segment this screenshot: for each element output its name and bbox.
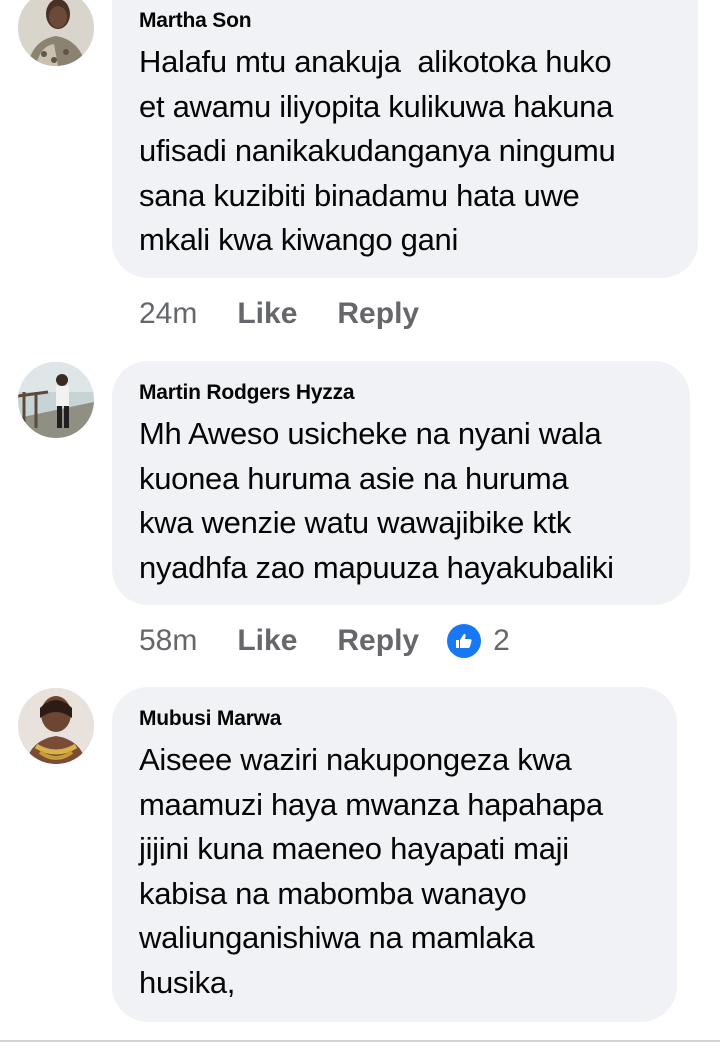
- reply-button[interactable]: Reply: [337, 297, 419, 331]
- comment-text: Halafu mtu anakuja alikotoka huko et awa…: [139, 40, 616, 263]
- reaction-count: 2: [493, 624, 510, 657]
- avatar[interactable]: [18, 362, 94, 438]
- comment-text-line: Aiseee waziri nakupongeza kwa: [139, 742, 572, 777]
- comment-text-line: jijini kuna maeneo hayapati maji: [139, 831, 569, 866]
- comment-text-line: husika,: [139, 964, 236, 1000]
- comment-text-line: Halafu mtu anakuja alikotoka huko: [139, 44, 612, 79]
- comment-author[interactable]: Mubusi Marwa: [139, 707, 281, 731]
- comment-author[interactable]: Martin Rodgers Hyzza: [139, 381, 355, 405]
- comment-text-line: kabisa na mabomba wanayo: [139, 875, 527, 911]
- profile-photo-icon: [18, 688, 94, 764]
- comment-text-line: et awamu iliyopita kulikuwa hakuna: [139, 88, 614, 124]
- comment-text-line: Mh Aweso usicheke na nyani wala: [139, 416, 602, 451]
- comment-timestamp[interactable]: 24m: [139, 297, 197, 331]
- comment-author[interactable]: Martha Son: [139, 9, 252, 33]
- comment-text: Aiseee waziri nakupongeza kwa maamuzi ha…: [139, 738, 603, 1005]
- comment-bubble: Martin Rodgers Hyzza Mh Aweso usicheke n…: [112, 361, 690, 605]
- comment-text-line: waliunganishiwa na mamlaka: [139, 920, 535, 955]
- profile-photo-icon: [18, 0, 94, 66]
- comment-text-line: ufisadi nanikakudanganya ningumu: [139, 133, 616, 168]
- comment-text-line: sana kuzibiti binadamu hata uwe: [139, 177, 580, 213]
- comment-actions: 58m Like Reply 2: [139, 621, 510, 661]
- comment-text-line: mkali kwa kiwango gani: [139, 222, 459, 257]
- comment-text-line: nyadhfa zao mapuuza hayakubaliki: [139, 549, 614, 585]
- avatar[interactable]: [18, 0, 94, 66]
- reply-button[interactable]: Reply: [337, 624, 419, 658]
- comment-timestamp[interactable]: 58m: [139, 624, 197, 658]
- comment-text-line: maamuzi haya mwanza hapahapa: [139, 786, 603, 822]
- comment-text: Mh Aweso usicheke na nyani wala kuonea h…: [139, 412, 614, 590]
- comment-bubble: Mubusi Marwa Aiseee waziri nakupongeza k…: [112, 687, 677, 1022]
- like-button[interactable]: Like: [237, 297, 297, 331]
- profile-photo-icon: [18, 362, 94, 438]
- comment-text-line: kuonea huruma asie na huruma: [139, 460, 569, 496]
- thumbs-up-icon: [447, 624, 482, 658]
- reaction-summary[interactable]: 2: [447, 624, 510, 658]
- divider: [0, 1040, 720, 1042]
- comment-bubble: Martha Son Halafu mtu anakuja alikotoka …: [112, 0, 698, 278]
- like-button[interactable]: Like: [237, 624, 297, 658]
- comment-text-line: kwa wenzie watu wawajibike ktk: [139, 505, 572, 540]
- comment-actions: 24m Like Reply: [139, 294, 419, 334]
- avatar[interactable]: [18, 688, 94, 764]
